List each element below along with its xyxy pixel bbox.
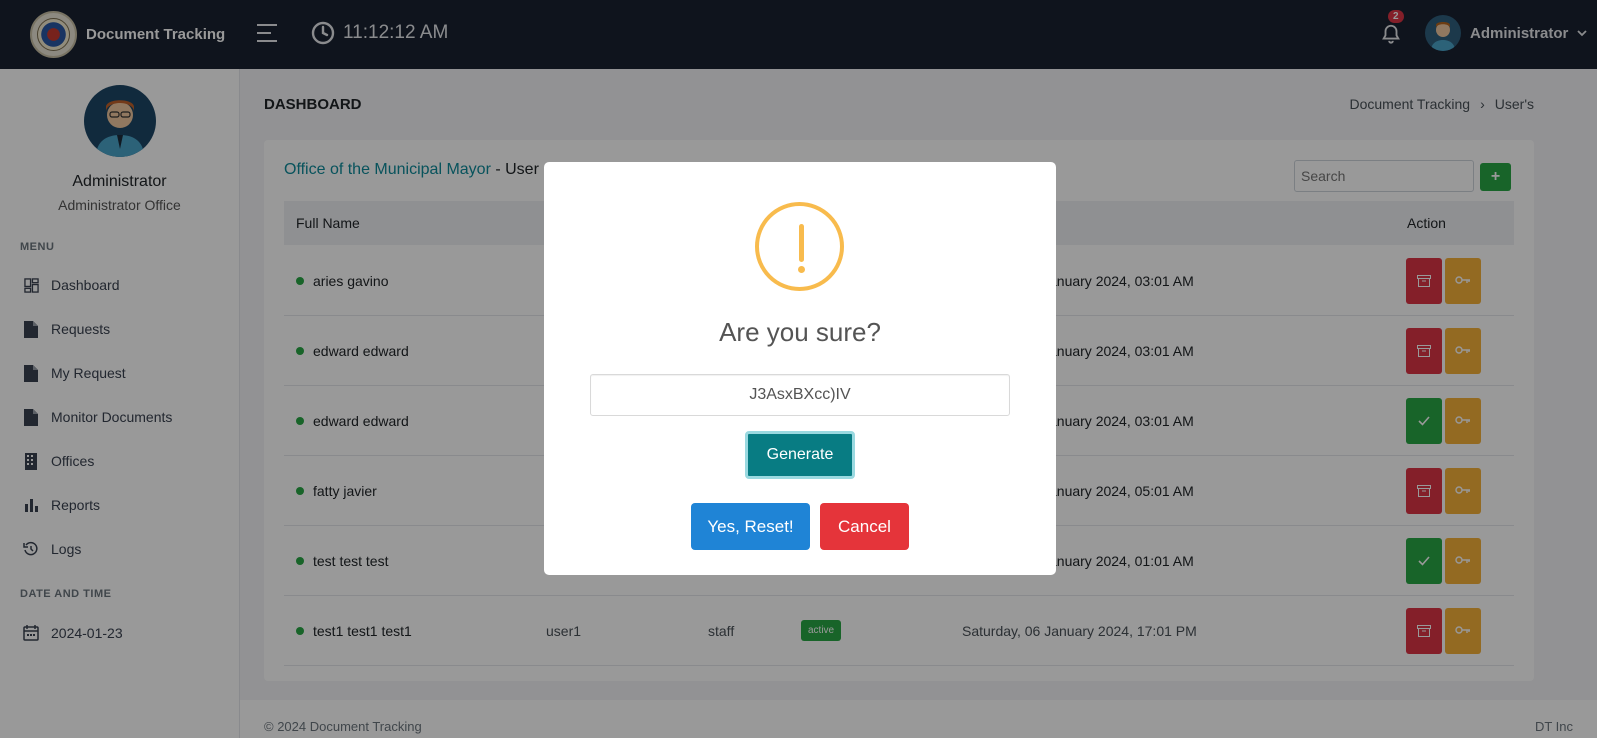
confirm-reset-button[interactable]: Yes, Reset! — [691, 503, 810, 550]
new-password-input[interactable] — [590, 374, 1010, 416]
reset-password-dialog: Are you sure? Generate Yes, Reset! Cance… — [544, 162, 1056, 575]
warning-icon — [755, 202, 844, 291]
cancel-button[interactable]: Cancel — [820, 503, 909, 550]
generate-password-button[interactable]: Generate — [745, 431, 855, 479]
dialog-title: Are you sure? — [719, 317, 881, 347]
